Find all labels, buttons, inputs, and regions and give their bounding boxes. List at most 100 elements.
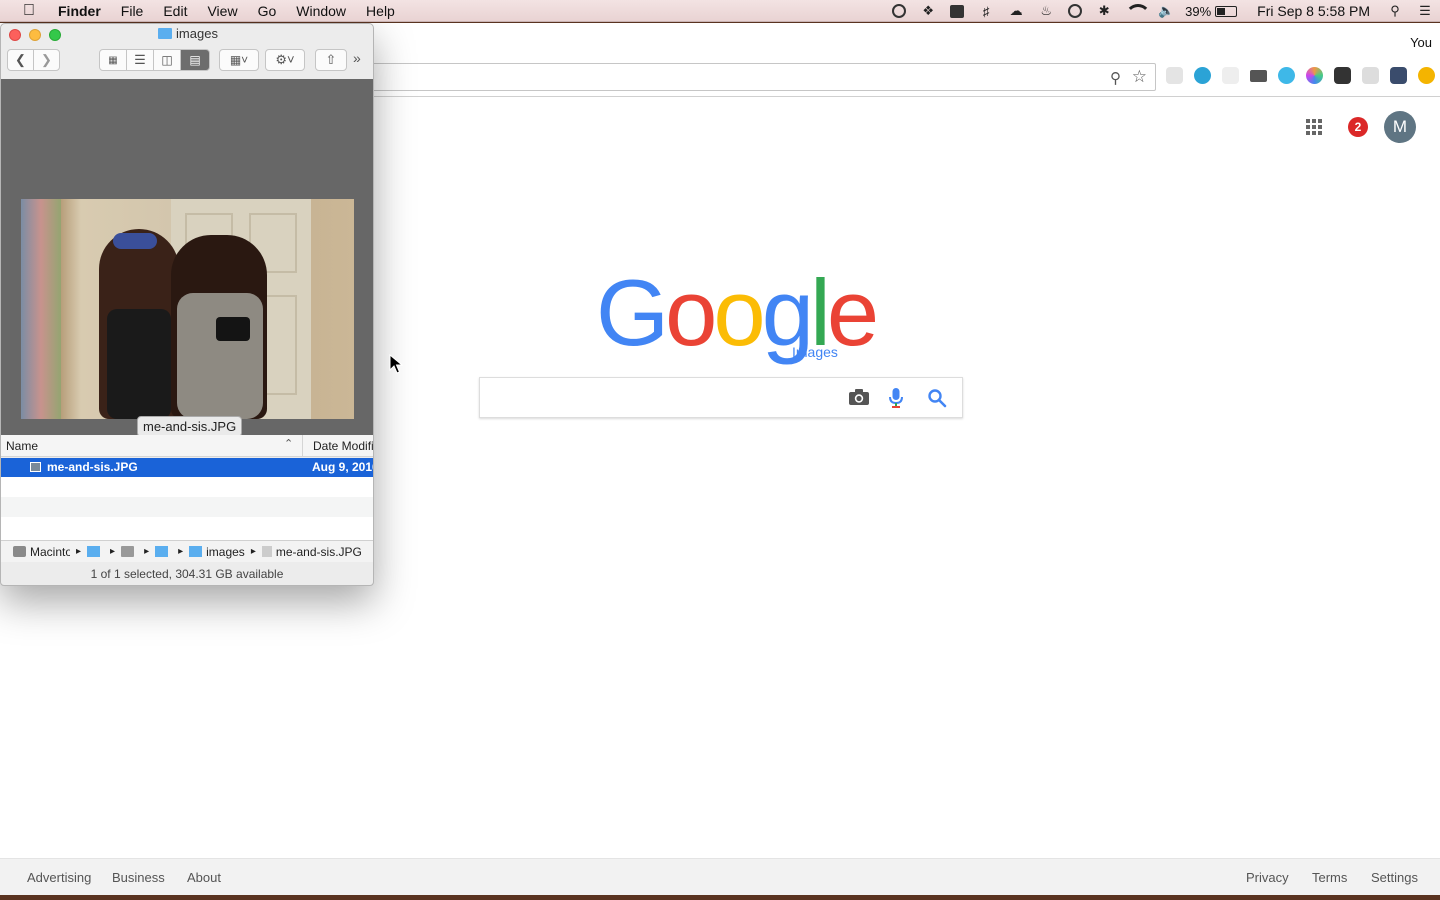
sort-ascending-icon[interactable]: ⌃ — [284, 437, 293, 450]
image-search-box — [479, 377, 963, 418]
file-icon — [261, 546, 272, 557]
volume-icon[interactable]: 🔈 — [1158, 3, 1174, 19]
path-item-file[interactable]: me-and-sis.JPG — [276, 545, 362, 559]
menu-window[interactable]: Window — [286, 0, 356, 22]
mouse-cursor-icon — [389, 354, 403, 374]
list-view-button[interactable]: ☰ — [126, 49, 154, 71]
address-bar[interactable]: ⚲ ☆ — [370, 63, 1156, 91]
menu-view[interactable]: View — [197, 0, 247, 22]
logo-letter: G — [596, 260, 669, 365]
clipboard-icon[interactable] — [950, 4, 965, 18]
back-button[interactable]: ❮ — [7, 49, 34, 71]
file-row[interactable]: me-and-sis.JPG Aug 9, 2016 — [1, 458, 373, 477]
record-icon[interactable] — [892, 4, 907, 18]
wifi-icon[interactable] — [1125, 4, 1152, 18]
dropbox-icon[interactable]: ❖ — [920, 3, 936, 19]
preview-filename-label: me-and-sis.JPG — [137, 416, 243, 437]
share-button[interactable]: ⇧ — [315, 49, 347, 71]
footer-link-terms[interactable]: Terms — [1312, 870, 1347, 885]
bluetooth-icon[interactable]: ✱ — [1096, 3, 1112, 19]
menu-help[interactable]: Help — [356, 0, 405, 22]
account-avatar[interactable]: M — [1384, 111, 1416, 143]
apple-menu-icon[interactable]:  — [20, 2, 38, 20]
flame-icon[interactable]: ♨ — [1038, 3, 1054, 19]
group-grid-icon: ▦˅ — [229, 53, 249, 67]
cloud-icon[interactable]: ☁ — [1008, 3, 1024, 19]
cover-flow-icon: ▤ — [189, 53, 201, 67]
empty-row — [1, 517, 373, 540]
column-view-button[interactable]: ◫ — [153, 49, 181, 71]
camera-icon[interactable] — [848, 388, 870, 406]
footer-link-business[interactable]: Business — [112, 870, 165, 885]
toolbar-overflow-icon[interactable]: » — [353, 50, 361, 66]
path-separator-icon: ▸ — [178, 546, 184, 557]
apps-grid-icon[interactable] — [1306, 119, 1322, 135]
battery-percent: 39% — [1185, 3, 1212, 19]
footer-link-advertising[interactable]: Advertising — [27, 870, 91, 885]
search-icon[interactable] — [927, 388, 947, 408]
grid-icon: ▦ — [108, 54, 118, 66]
file-date-modified: Aug 9, 2016 — [312, 460, 374, 474]
zoom-icon[interactable]: ⚲ — [1110, 69, 1121, 87]
cover-flow-preview: me-and-sis.JPG — [1, 79, 373, 437]
icon-view-button[interactable]: ▦ — [99, 49, 127, 71]
battery-icon[interactable] — [1215, 5, 1238, 17]
list-icon: ☰ — [134, 52, 146, 67]
notifications-badge[interactable]: 2 — [1348, 117, 1368, 137]
ebay-extension-icon[interactable] — [1165, 67, 1183, 84]
path-item-images[interactable]: images — [206, 545, 245, 559]
action-button[interactable]: ⚙˅ — [265, 49, 305, 71]
chevron-left-icon: ❮ — [15, 52, 26, 67]
cover-flow-view-button[interactable]: ▤ — [180, 49, 210, 71]
sync-icon[interactable] — [1068, 4, 1083, 18]
footer-link-settings[interactable]: Settings — [1371, 870, 1418, 885]
photo-preview[interactable] — [21, 199, 354, 419]
menu-app-finder[interactable]: Finder — [54, 0, 111, 22]
column-header-date[interactable]: Date Modified — [302, 435, 373, 457]
extension-icon[interactable] — [1249, 70, 1267, 82]
path-separator-icon: ▸ — [76, 546, 82, 557]
chevron-right-icon: ❯ — [41, 52, 52, 67]
profile-button[interactable]: You — [1410, 35, 1432, 50]
menu-file[interactable]: File — [111, 0, 154, 22]
home-icon[interactable] — [121, 546, 135, 557]
path-separator-icon: ▸ — [144, 546, 150, 557]
path-item-drive[interactable]: Macintosh HD — [30, 545, 70, 559]
gear-icon: ⚙˅ — [275, 52, 295, 67]
folder-icon[interactable] — [155, 546, 169, 557]
folder-icon — [158, 28, 173, 39]
search-input[interactable] — [488, 378, 828, 417]
extension-icon[interactable] — [1305, 67, 1323, 84]
path-separator-icon: ▸ — [110, 546, 116, 557]
empty-row — [1, 477, 373, 497]
extension-icon[interactable] — [1221, 67, 1239, 84]
extension-icon[interactable] — [1333, 67, 1351, 84]
group-by-button[interactable]: ▦˅ — [219, 49, 259, 71]
extension-icon[interactable] — [1361, 67, 1379, 84]
footer-link-about[interactable]: About — [187, 870, 221, 885]
extension-icon[interactable] — [1417, 67, 1435, 84]
extension-icon[interactable] — [1193, 67, 1211, 84]
image-file-icon — [30, 462, 41, 472]
forward-button[interactable]: ❯ — [33, 49, 60, 71]
hard-drive-icon — [13, 546, 26, 557]
extension-icon[interactable] — [1277, 67, 1295, 84]
finder-window: images ❮ ❯ ▦ ☰ ◫ ▤ ▦˅ ⚙˅ ⇧ » me-and-sis.… — [0, 23, 374, 586]
microphone-icon[interactable] — [888, 387, 904, 409]
bookmark-star-icon[interactable]: ☆ — [1132, 67, 1147, 87]
amazon-icon[interactable]: ♯ — [978, 3, 994, 19]
extensions-bar — [1160, 67, 1440, 84]
footer-link-privacy[interactable]: Privacy — [1246, 870, 1289, 885]
google-footer: Advertising Business About Privacy Terms… — [0, 858, 1440, 895]
folder-icon[interactable] — [87, 546, 101, 557]
logo-letter: o — [713, 260, 765, 365]
menu-clock[interactable]: Fri Sep 8 5:58 PM — [1257, 3, 1370, 19]
logo-images-label: Images — [792, 344, 838, 360]
notification-center-icon[interactable]: ☰ — [1417, 3, 1433, 19]
extension-icon[interactable] — [1389, 67, 1407, 84]
menu-bar:  Finder File Edit View Go Window Help ❖… — [0, 0, 1440, 22]
menu-go[interactable]: Go — [248, 0, 287, 22]
menu-edit[interactable]: Edit — [153, 0, 197, 22]
spotlight-search-icon[interactable]: ⚲ — [1387, 3, 1403, 19]
column-header-name[interactable]: Name — [6, 439, 38, 453]
